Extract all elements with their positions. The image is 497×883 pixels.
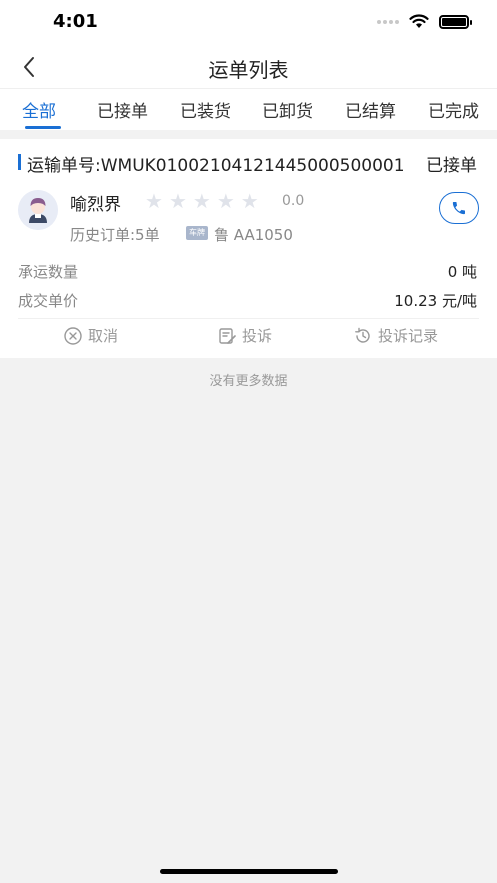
complaint-records-label: 投诉记录	[378, 327, 439, 345]
divider	[18, 318, 479, 319]
tab-unloaded[interactable]: 已卸货	[262, 97, 313, 122]
cancel-button[interactable]: 取消	[64, 325, 118, 346]
complain-button[interactable]: 投诉	[218, 325, 272, 346]
star-icon: ★	[216, 189, 235, 213]
status-badge: 已接单	[426, 156, 477, 176]
complaint-records-button[interactable]: 投诉记录	[354, 325, 438, 346]
license-plate: 鲁 AA1050	[214, 226, 293, 244]
nav-bar: 运单列表	[0, 44, 497, 88]
signal-icon	[377, 19, 399, 24]
tab-all[interactable]: 全部	[22, 97, 56, 122]
tab-bar: 全部 已接单 已装货 已卸货 已结算 已完成	[0, 88, 497, 130]
history-orders: 历史订单:5单	[70, 226, 160, 244]
star-icon: ★	[145, 189, 163, 213]
history-icon	[355, 327, 370, 343]
quantity-label: 承运数量	[18, 263, 79, 281]
wifi-icon	[409, 14, 429, 28]
order-card[interactable]: 运输单号:WMUK01002104121445000500001 已接单 喻烈界…	[0, 139, 497, 358]
page-title: 运单列表	[208, 58, 289, 82]
star-icon: ★	[192, 189, 211, 213]
tab-accepted[interactable]: 已接单	[97, 97, 148, 122]
star-icon: ★	[168, 189, 187, 213]
waybill-number: 运输单号:WMUK01002104121445000500001	[27, 156, 405, 176]
call-button[interactable]	[439, 192, 479, 224]
home-indicator	[160, 869, 338, 874]
tab-settled[interactable]: 已结算	[345, 97, 396, 122]
no-more-data: 没有更多数据	[209, 374, 288, 389]
price-label: 成交单价	[18, 292, 79, 310]
tab-indicator	[25, 126, 61, 129]
status-time: 4:01	[53, 11, 98, 32]
status-icons	[377, 14, 472, 29]
tab-completed[interactable]: 已完成	[428, 97, 479, 122]
star-icon: ★	[240, 189, 259, 213]
avatar	[18, 190, 58, 230]
rating-stars: ★ ★ ★ ★ ★	[145, 191, 259, 211]
quantity-value: 0 吨	[447, 263, 477, 281]
waybill-accent-bar	[18, 154, 21, 170]
tab-loaded[interactable]: 已装货	[180, 97, 231, 122]
price-value: 10.23 元/吨	[394, 292, 477, 310]
close-circle-icon	[64, 326, 82, 345]
phone-icon	[452, 202, 465, 215]
driver-name: 喻烈界	[70, 195, 121, 215]
complain-label: 投诉	[242, 327, 273, 345]
driver-avatar-icon	[18, 190, 58, 230]
status-bar: 4:01	[0, 0, 497, 44]
rating-score: 0.0	[282, 193, 305, 209]
complaint-icon	[219, 327, 236, 344]
cancel-label: 取消	[88, 327, 119, 345]
battery-icon	[439, 14, 472, 29]
plate-tag-icon: 车牌	[186, 226, 208, 240]
